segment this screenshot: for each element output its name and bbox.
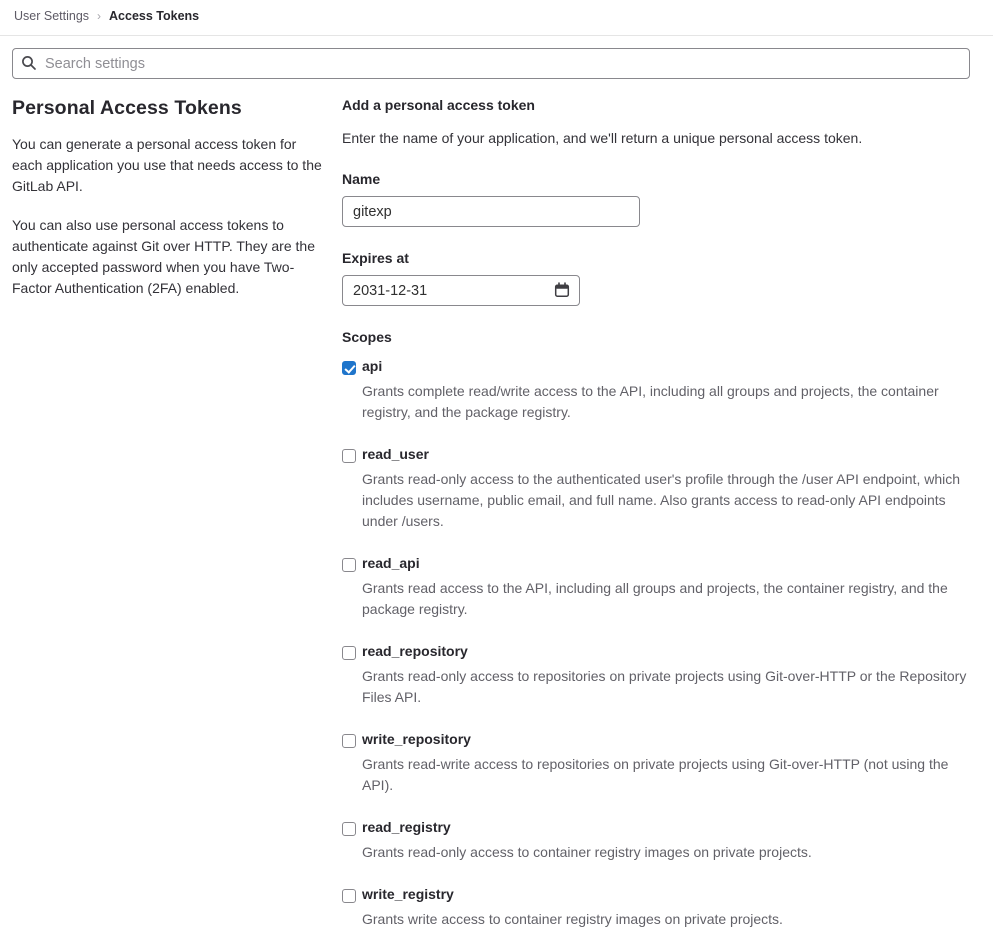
scope-checkbox-read_repository[interactable] bbox=[342, 646, 356, 660]
scope-checkbox-write_registry[interactable] bbox=[342, 889, 356, 903]
breadcrumb-separator-icon: › bbox=[97, 9, 102, 23]
scope-row-read_registry: read_registry Grants read-only access to… bbox=[342, 819, 970, 863]
settings-page: User Settings › Access Tokens Personal A… bbox=[0, 0, 993, 947]
scope-label-read_api[interactable]: read_api bbox=[362, 555, 420, 571]
scope-checkbox-write_repository[interactable] bbox=[342, 734, 356, 748]
section-paragraph-1: You can generate a personal access token… bbox=[12, 136, 322, 194]
scope-label-read_registry[interactable]: read_registry bbox=[362, 819, 451, 835]
expires-at-input[interactable] bbox=[342, 275, 580, 306]
scope-row-write_registry: write_registry Grants write access to co… bbox=[342, 886, 970, 930]
scope-row-read_user: read_user Grants read-only access to the… bbox=[342, 446, 970, 532]
scope-checkbox-read_api[interactable] bbox=[342, 558, 356, 572]
scope-description-read_user: Grants read-only access to the authentic… bbox=[362, 471, 961, 529]
search-input[interactable] bbox=[12, 48, 970, 79]
search-bar bbox=[12, 48, 970, 79]
scopes-list: api Grants complete read/write access to… bbox=[342, 358, 970, 930]
section-paragraph-2: You can also use personal access tokens … bbox=[12, 217, 315, 296]
scope-description-api: Grants complete read/write access to the… bbox=[362, 383, 939, 420]
scope-label-write_repository[interactable]: write_repository bbox=[362, 731, 471, 747]
expires-at-label: Expires at bbox=[342, 250, 409, 266]
scope-description-read_api: Grants read access to the API, including… bbox=[362, 580, 948, 617]
name-label: Name bbox=[342, 171, 381, 187]
scope-label-write_registry[interactable]: write_registry bbox=[362, 886, 454, 902]
scope-label-read_user[interactable]: read_user bbox=[362, 446, 429, 462]
scope-row-api: api Grants complete read/write access to… bbox=[342, 358, 970, 423]
scope-row-read_api: read_api Grants read access to the API, … bbox=[342, 555, 970, 620]
scope-checkbox-api[interactable] bbox=[342, 361, 356, 375]
breadcrumb-user-settings[interactable]: User Settings bbox=[14, 9, 89, 23]
token-form: Add a personal access token Enter the na… bbox=[342, 93, 970, 947]
scope-label-read_repository[interactable]: read_repository bbox=[362, 643, 468, 659]
breadcrumb-access-tokens: Access Tokens bbox=[109, 9, 200, 23]
scope-description-read_repository: Grants read-only access to repositories … bbox=[362, 668, 967, 705]
token-name-input[interactable] bbox=[342, 196, 640, 227]
breadcrumb: User Settings › Access Tokens bbox=[0, 0, 993, 36]
section-description-column: Personal Access Tokens You can generate … bbox=[12, 93, 330, 947]
scope-checkbox-read_user[interactable] bbox=[342, 449, 356, 463]
scope-label-api[interactable]: api bbox=[362, 358, 382, 374]
scope-description-write_registry: Grants write access to container registr… bbox=[362, 911, 783, 927]
form-description: Enter the name of your application, and … bbox=[342, 130, 863, 146]
scope-row-write_repository: write_repository Grants read-write acces… bbox=[342, 731, 970, 796]
scopes-label: Scopes bbox=[342, 329, 392, 345]
expires-at-field bbox=[342, 275, 580, 306]
scope-checkbox-read_registry[interactable] bbox=[342, 822, 356, 836]
scope-row-read_repository: read_repository Grants read-only access … bbox=[342, 643, 970, 708]
scope-description-write_repository: Grants read-write access to repositories… bbox=[362, 756, 949, 793]
scope-description-read_registry: Grants read-only access to container reg… bbox=[362, 844, 812, 860]
form-title: Add a personal access token bbox=[342, 97, 535, 113]
page-title: Personal Access Tokens bbox=[12, 97, 242, 119]
